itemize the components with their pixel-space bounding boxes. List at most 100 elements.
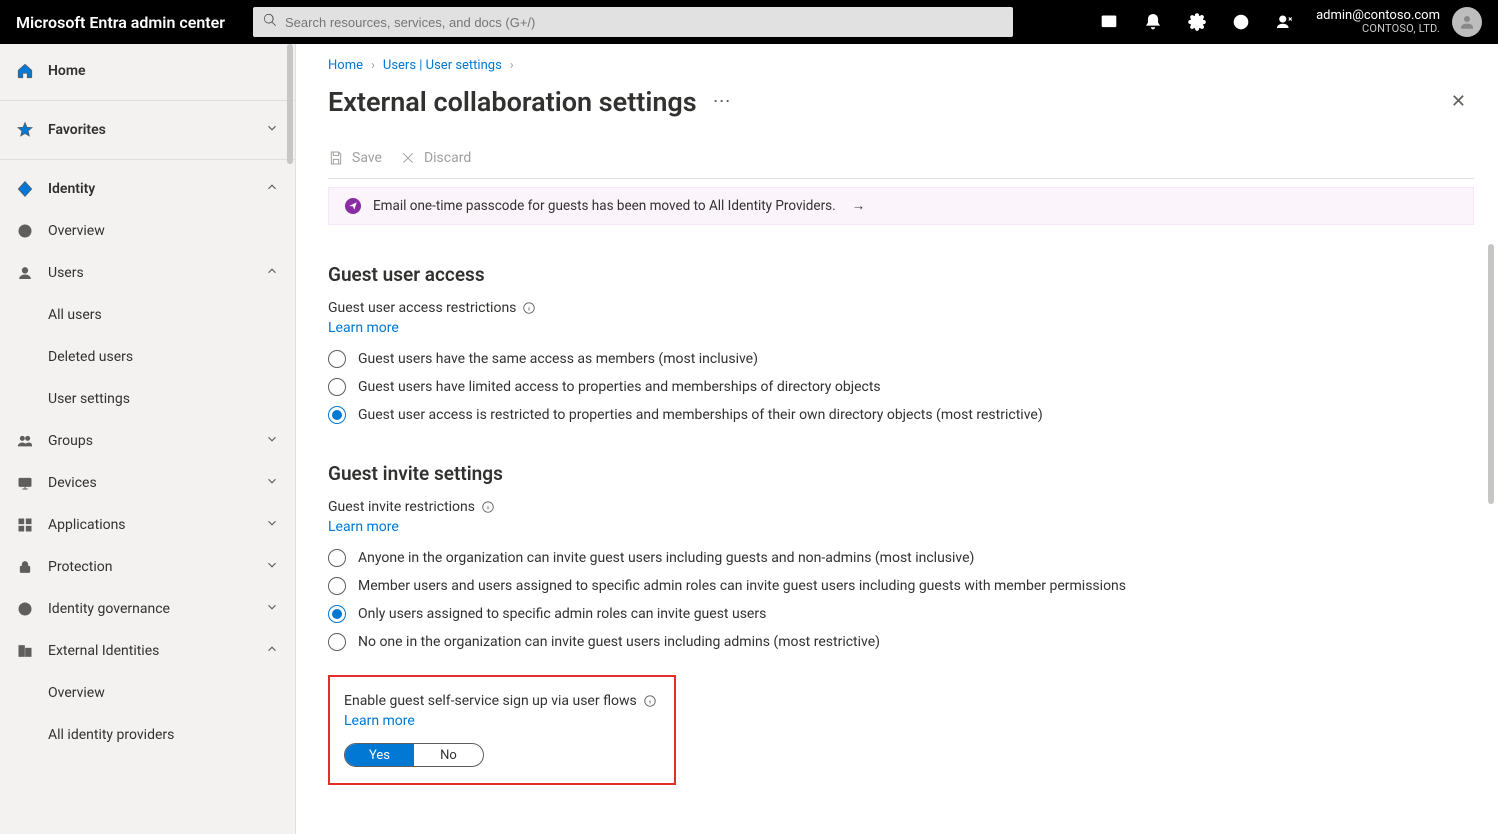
radio-label: Member users and users assigned to speci… [358,578,1126,594]
sidebar-scrollbar[interactable] [285,44,295,834]
save-button[interactable]: Save [328,150,382,166]
close-icon[interactable]: ✕ [1443,83,1474,120]
governance-icon [14,601,36,617]
global-search[interactable] [253,7,1013,37]
discard-button[interactable]: Discard [400,150,471,166]
breadcrumb-home[interactable]: Home [328,58,363,73]
sidebar-identity[interactable]: Identity [0,168,295,210]
radio-label: No one in the organization can invite gu… [358,634,880,650]
page-title: External collaboration settings [328,86,697,118]
chevron-down-icon [265,121,279,139]
guest-access-radios: Guest users have the same access as memb… [328,350,1474,424]
sidebar-users[interactable]: Users [0,252,295,294]
sidebar-identity-governance[interactable]: Identity governance [0,588,295,630]
learn-more-link[interactable]: Learn more [328,519,399,535]
sidebar-user-settings[interactable]: User settings [0,378,295,420]
radio-option[interactable]: Anyone in the organization can invite gu… [328,549,1474,567]
lock-icon [14,559,36,575]
sidebar-item-label: Deleted users [48,349,133,365]
radio-option[interactable]: Guest users have the same access as memb… [328,350,1474,368]
sidebar-devices[interactable]: Devices [0,462,295,504]
account-block[interactable]: admin@contoso.com CONTOSO, LTD. [1316,9,1440,35]
notifications-icon[interactable] [1134,0,1172,44]
sidebar-item-label: All users [48,307,102,323]
sidebar-groups[interactable]: Groups [0,420,295,462]
sidebar-external-identities[interactable]: External Identities [0,630,295,672]
breadcrumb-sep: › [371,58,375,73]
sidebar-protection[interactable]: Protection [0,546,295,588]
sidebar-item-label: Identity governance [48,601,170,617]
sidebar-home[interactable]: Home [0,50,295,92]
device-icon [14,475,36,491]
sidebar-deleted-users[interactable]: Deleted users [0,336,295,378]
home-icon [14,62,36,80]
radio-option[interactable]: Only users assigned to specific admin ro… [328,605,1474,623]
sidebar-ext-overview[interactable]: Overview [0,672,295,714]
help-icon[interactable] [1222,0,1260,44]
toggle-yes[interactable]: Yes [345,744,414,766]
chevron-down-icon [265,432,279,450]
settings-icon[interactable] [1178,0,1216,44]
section-heading: Guest invite settings [328,462,1474,485]
section-sublabel: Guest user access restrictions [328,300,1474,316]
learn-more-link[interactable]: Learn more [344,713,415,729]
group-icon [14,433,36,449]
discard-label: Discard [424,150,471,166]
chevron-down-icon [265,600,279,618]
sidebar-item-label: Favorites [48,122,106,138]
radio-label: Guest users have the same access as memb… [358,351,758,367]
external-icon [14,643,36,659]
self-service-toggle[interactable]: Yes No [344,743,484,767]
avatar[interactable] [1452,7,1482,37]
section-heading: Guest user access [328,263,1474,286]
chevron-down-icon [265,516,279,534]
radio-option[interactable]: Guest user access is restricted to prope… [328,406,1474,424]
feedback-icon[interactable] [1266,0,1304,44]
radio-label: Anyone in the organization can invite gu… [358,550,974,566]
info-icon [345,198,361,214]
chevron-up-icon [265,264,279,282]
header-iconbar [1090,0,1304,44]
brand-title: Microsoft Entra admin center [16,13,225,32]
sidebar-item-label: Home [48,63,86,79]
sidebar-favorites[interactable]: Favorites [0,109,295,151]
radio-option[interactable]: Guest users have limited access to prope… [328,378,1474,396]
account-email: admin@contoso.com [1316,9,1440,23]
sidebar-item-label: Overview [48,223,105,239]
apps-icon [14,517,36,533]
self-service-highlight: Enable guest self-service sign up via us… [328,675,676,785]
user-icon [14,265,36,281]
radio-label: Guest users have limited access to prope… [358,379,881,395]
sidebar-all-users[interactable]: All users [0,294,295,336]
self-service-label: Enable guest self-service sign up via us… [344,693,660,709]
sidebar-applications[interactable]: Applications [0,504,295,546]
radio-label: Only users assigned to specific admin ro… [358,606,766,622]
app-header: Microsoft Entra admin center admin@conto… [0,0,1498,44]
radio-option[interactable]: Member users and users assigned to speci… [328,577,1474,595]
search-icon [263,13,285,31]
section-guest-invite: Guest invite settings Guest invite restr… [328,462,1474,785]
sidebar-item-label: Applications [48,517,126,533]
sidebar-item-label: Overview [48,685,105,701]
section-sublabel: Guest invite restrictions [328,499,1474,515]
breadcrumb-users[interactable]: Users | User settings [383,58,502,73]
toolbar: Save Discard [328,150,1474,179]
search-input[interactable] [285,15,1003,30]
chevron-down-icon [265,474,279,492]
arrow-icon: → [852,198,866,214]
sidebar-ext-providers[interactable]: All identity providers [0,714,295,756]
toggle-no[interactable]: No [414,744,483,766]
sidebar-item-label: User settings [48,391,130,407]
radio-option[interactable]: No one in the organization can invite gu… [328,633,1474,651]
more-icon[interactable]: ⋯ [713,91,733,112]
main-scrollbar[interactable] [1488,244,1494,504]
sidebar-overview[interactable]: Overview [0,210,295,252]
radio-label: Guest user access is restricted to prope… [358,407,1043,423]
sidebar: Home Favorites Identity Overview Users A… [0,44,296,834]
identity-icon [14,180,36,198]
cloud-shell-icon[interactable] [1090,0,1128,44]
info-banner[interactable]: Email one-time passcode for guests has b… [328,187,1474,225]
chevron-down-icon [265,558,279,576]
info-icon [14,223,36,239]
learn-more-link[interactable]: Learn more [328,320,399,336]
